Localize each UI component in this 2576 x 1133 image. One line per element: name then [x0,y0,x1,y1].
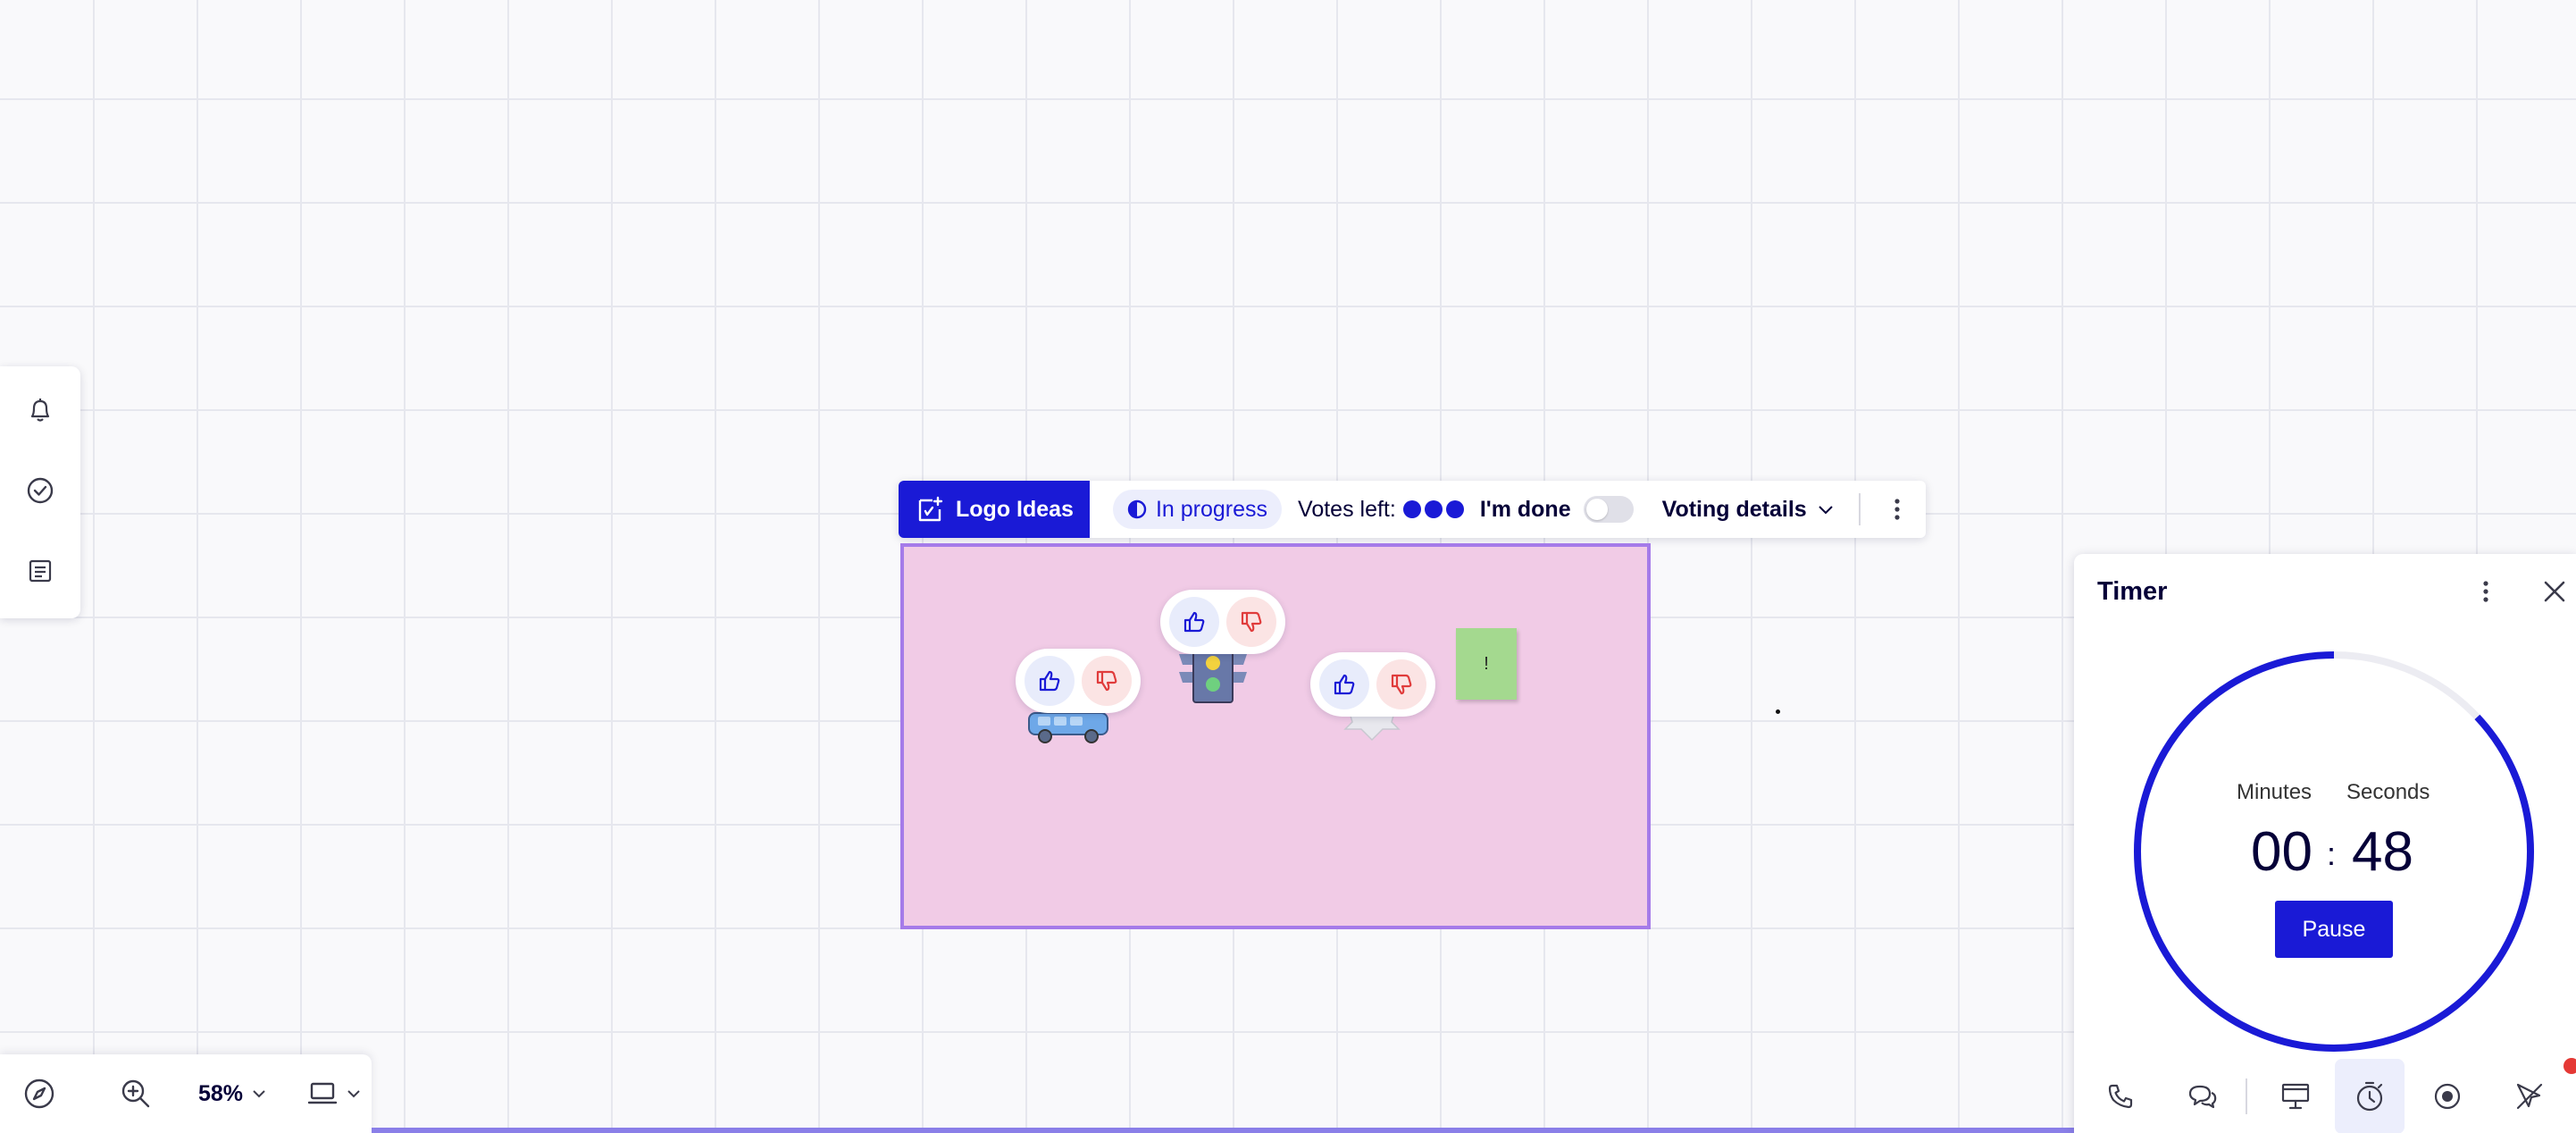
timer-header: Timer [2074,554,2576,629]
voting-details-dropdown[interactable]: Voting details [1662,497,1834,523]
record-button[interactable] [2422,1071,2472,1121]
timer-icon [2356,1081,2383,1112]
timer-separator: : [2327,835,2337,872]
kebab-menu-icon [2483,581,2488,602]
timer-minutes: 00 [2251,821,2313,883]
seconds-label: Seconds [2346,780,2430,804]
voting-details-label: Voting details [1661,496,1807,522]
vote-pill-bus [1016,649,1141,713]
device-icon [307,1082,338,1104]
frame-title-label: Logo Ideas [956,496,1074,522]
toolbar-divider [1858,493,1861,525]
record-icon [2434,1083,2461,1110]
downvote-button[interactable] [1376,659,1426,709]
chevron-down-icon [347,1090,360,1098]
thumbs-down-icon [1391,674,1412,695]
sticky-note[interactable]: ! [1456,628,1517,700]
votes-left-label: Votes left: [1298,496,1396,522]
collaboration-toolbar [2074,1059,2576,1133]
kebab-menu-icon [1894,499,1900,520]
notification-badge [2563,1058,2576,1074]
im-done-toggle[interactable] [1583,496,1634,523]
bus-icon [1028,712,1108,743]
presentation-icon [2281,1083,2310,1110]
thumbs-down-icon [1096,670,1117,692]
thumbs-up-icon [1334,674,1355,695]
voting-more-button[interactable] [1882,490,1912,529]
timer-more-button[interactable] [2472,575,2499,608]
zoom-level: 58% [198,1080,244,1106]
call-button[interactable] [2095,1071,2145,1121]
content-list-button[interactable] [20,550,61,592]
zoom-in-button[interactable] [111,1069,161,1119]
bottom-accent-line [372,1128,2078,1133]
chevron-down-icon [253,1090,265,1098]
toolbar-divider [2246,1078,2247,1114]
vote-pill-traffic-light [1160,590,1285,654]
im-done-label: I'm done [1479,496,1571,522]
bell-icon [30,399,50,422]
phone-icon [2108,1084,2133,1109]
sticky-note-text: ! [1484,653,1489,674]
voting-toolbar: Logo Ideas In progress Votes left: I'm d… [899,481,1926,538]
explore-button[interactable] [20,1069,59,1119]
timer-seconds: 48 [2352,821,2413,883]
device-preset-dropdown[interactable] [307,1069,361,1119]
vote-left-dot [1445,500,1464,518]
upvote-button[interactable] [1025,656,1075,706]
zoom-level-dropdown[interactable]: 58% [193,1069,266,1119]
notifications-button[interactable] [20,390,61,431]
compass-icon [24,1078,54,1109]
half-circle-icon [1127,499,1147,519]
pause-button[interactable]: Pause [2275,901,2393,958]
vote-left-dot [1424,500,1443,518]
pause-label: Pause [2302,916,2366,942]
minutes-label: Minutes [2237,780,2313,804]
chevron-down-icon [1818,505,1833,514]
status-badge[interactable]: In progress [1112,490,1283,529]
present-button[interactable] [2271,1071,2321,1121]
timer-button[interactable] [2335,1059,2405,1133]
frame-title-button[interactable]: Logo Ideas [899,481,1090,538]
canvas-dot [1776,709,1780,714]
timer-title: Timer [2097,576,2168,606]
downvote-button[interactable] [1226,597,1276,647]
close-icon [2544,581,2565,602]
upvote-button[interactable] [1169,597,1219,647]
vote-left-dot [1402,500,1421,518]
thumbs-down-icon [1241,611,1262,633]
check-circle-icon [27,477,54,504]
downvote-button[interactable] [1082,656,1132,706]
vote-pill-award [1310,652,1435,717]
thumbs-up-icon [1039,670,1060,692]
upvote-button[interactable] [1319,659,1369,709]
navigation-bar: 58% [0,1054,372,1133]
sticky-note-vote-icon [918,496,943,522]
zoom-in-icon [121,1079,150,1108]
bus-sticker[interactable] [1027,709,1111,745]
hide-collaborators-button[interactable] [2505,1071,2555,1121]
hide-collaborators-icon [2516,1083,2543,1110]
left-tool-panel [0,366,80,618]
status-label: In progress [1155,496,1268,522]
chat-icon [2188,1085,2217,1109]
thumbs-up-icon [1183,611,1205,633]
tasks-button[interactable] [20,470,61,511]
votes-left-indicator [1400,500,1464,518]
chat-button[interactable] [2178,1071,2228,1121]
timer-close-button[interactable] [2538,575,2571,608]
list-icon [29,559,52,583]
